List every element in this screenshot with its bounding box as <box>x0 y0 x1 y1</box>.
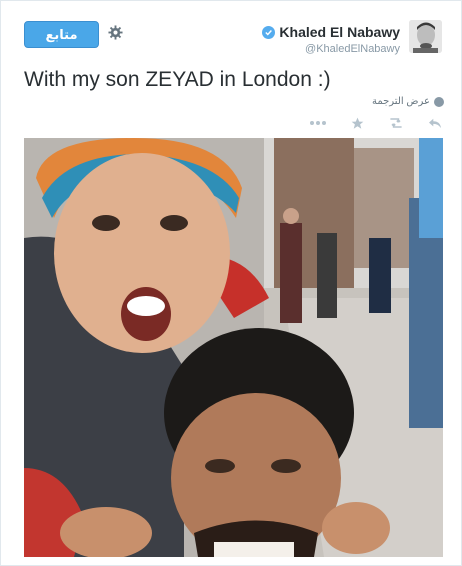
author-block[interactable]: Khaled El Nabawy @KhaledElNabawy <box>262 24 400 55</box>
avatar[interactable] <box>409 20 442 53</box>
follow-button[interactable]: متابع <box>24 21 99 48</box>
globe-icon <box>434 96 444 107</box>
more-icon[interactable] <box>309 114 327 132</box>
star-icon[interactable] <box>348 114 366 132</box>
tweet-photo[interactable] <box>24 138 443 557</box>
reply-icon[interactable] <box>426 114 444 132</box>
tweet-text: With my son ZEYAD in London :) <box>24 68 331 91</box>
verified-badge-icon <box>262 25 276 39</box>
retweet-icon[interactable] <box>387 114 405 132</box>
gear-icon[interactable] <box>107 24 123 40</box>
translate-link[interactable]: عرض الترجمة <box>372 96 444 107</box>
author-handle[interactable]: @KhaledElNabawy <box>262 43 400 55</box>
tweet-actions <box>309 114 444 132</box>
author-name[interactable]: Khaled El Nabawy <box>279 24 400 40</box>
translate-label[interactable]: عرض الترجمة <box>372 96 430 107</box>
